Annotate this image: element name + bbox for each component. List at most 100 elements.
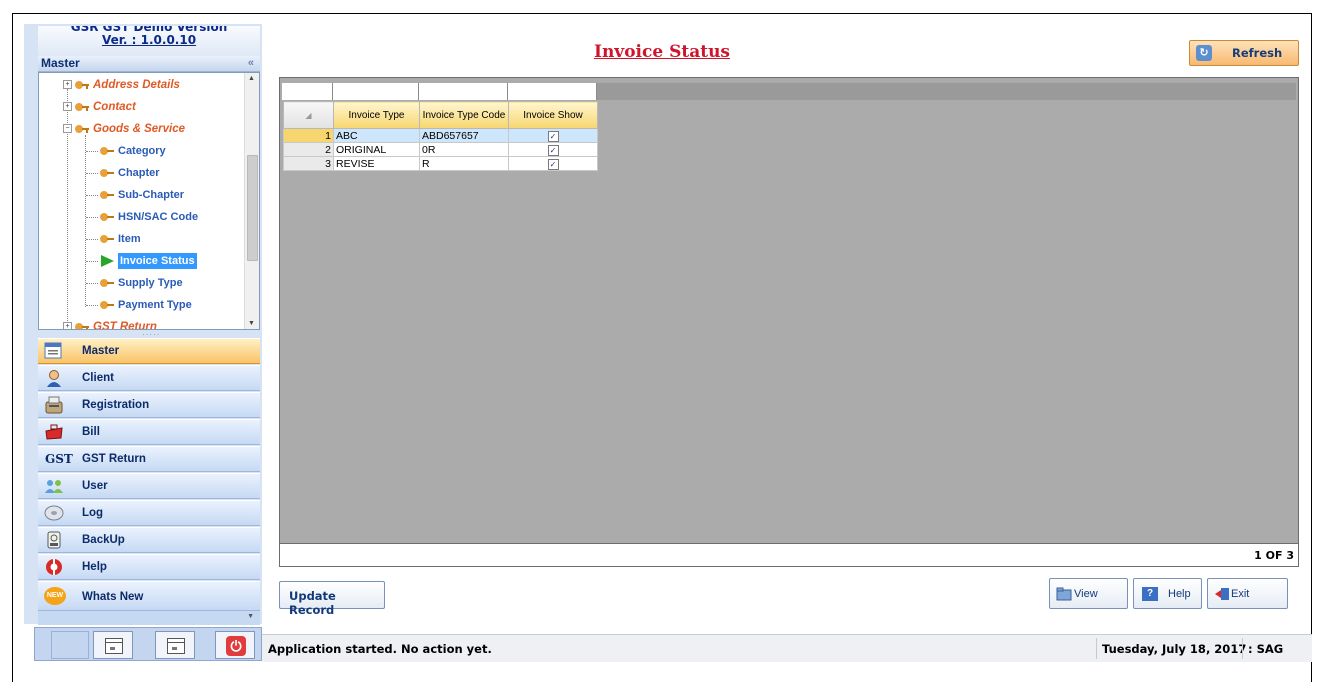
nav-button-label: Whats New — [82, 591, 144, 603]
help-button[interactable]: ? Help — [1133, 578, 1202, 609]
folder-key-icon — [75, 102, 89, 111]
tree-item-label: Contact — [93, 101, 136, 113]
tree-item-label: Supply Type — [118, 277, 183, 289]
nav-button-master[interactable]: Master — [38, 338, 260, 364]
nav-button-bill[interactable]: Bill — [38, 419, 260, 445]
tree-branch — [86, 195, 98, 196]
tree-scrollbar[interactable]: ▲ ▼ — [244, 73, 259, 329]
tree-item-contact[interactable]: + Contact — [63, 97, 136, 117]
row-header-corner[interactable]: ◢ — [283, 101, 334, 129]
nav-button-user[interactable]: User — [38, 473, 260, 499]
table-row[interactable]: 2 ORIGINAL 0R ✓ — [283, 142, 598, 157]
table-row[interactable]: 1 ABC ABD657657 ✓ — [283, 128, 598, 143]
invoice-show-checkbox[interactable]: ✓ — [547, 144, 559, 156]
collapse-minus-icon[interactable]: − — [63, 124, 72, 134]
page-title: Invoice Status — [594, 42, 730, 62]
nav-button-gst-return[interactable]: GST GST Return — [38, 446, 260, 472]
bill-bag-icon — [45, 424, 63, 440]
tree-item-sub-chapter[interactable]: Sub-Chapter — [99, 185, 184, 205]
window-icon — [105, 638, 123, 654]
expand-plus-icon[interactable]: + — [63, 80, 72, 90]
tree-item-chapter[interactable]: Chapter — [99, 163, 160, 183]
invoice-show-checkbox[interactable]: ✓ — [547, 158, 559, 170]
tree-item-item[interactable]: Item — [99, 229, 141, 249]
scroll-down-arrow-icon[interactable]: ▼ — [248, 320, 255, 327]
tree-item-address-details[interactable]: + Address Details — [63, 75, 180, 95]
master-tree[interactable]: + Address Details + Contact − Goods & Servi… — [38, 72, 260, 330]
cell-invoice-type[interactable]: ORIGINAL — [333, 142, 420, 157]
cell-invoice-type[interactable]: REVISE — [333, 156, 420, 171]
refresh-button[interactable]: ↻ Refresh — [1189, 40, 1299, 66]
column-header-invoice-show[interactable]: Invoice Show — [508, 101, 598, 129]
key-icon — [100, 146, 114, 155]
column-header-invoice-type[interactable]: Invoice Type — [333, 101, 420, 129]
update-record-button[interactable]: Update Record — [279, 581, 385, 617]
invoice-status-grid[interactable]: ◢ Invoice Type Invoice Type Code Invoice… — [279, 77, 1299, 567]
nav-overflow-bar[interactable]: ▼ — [38, 611, 260, 625]
view-button[interactable]: View — [1049, 578, 1128, 609]
tree-connector — [67, 125, 68, 321]
exit-door-icon — [1215, 588, 1229, 600]
tree-item-gst-return[interactable]: + GST Return — [63, 317, 157, 329]
exit-button[interactable]: Exit — [1207, 578, 1288, 609]
key-icon — [100, 300, 114, 309]
scrollbar-thumb[interactable] — [247, 155, 258, 261]
nav-button-registration[interactable]: Registration — [38, 392, 260, 418]
cell-invoice-type[interactable]: ABC — [333, 128, 420, 143]
key-icon — [100, 278, 114, 287]
refresh-icon: ↻ — [1196, 45, 1212, 61]
tree-item-supply-type[interactable]: Supply Type — [99, 273, 183, 293]
nav-button-client[interactable]: Client — [38, 365, 260, 391]
power-off-button[interactable]: ⏻ — [215, 631, 255, 659]
nav-button-backup[interactable]: BackUp — [38, 527, 260, 553]
key-icon — [100, 168, 114, 177]
status-user: : SAG — [1248, 642, 1284, 656]
table-row[interactable]: 3 REVISE R ✓ — [283, 156, 598, 171]
invoice-show-checkbox[interactable]: ✓ — [547, 130, 559, 142]
new-badge-icon: NEW — [44, 587, 66, 605]
cell-invoice-show[interactable]: ✓ — [508, 128, 598, 143]
expand-plus-icon[interactable]: + — [63, 102, 72, 112]
scroll-up-arrow-icon[interactable]: ▲ — [248, 75, 255, 82]
cell-invoice-show[interactable]: ✓ — [508, 142, 598, 157]
tree-branch — [86, 151, 98, 152]
folder-key-icon — [75, 80, 89, 89]
quick-empty-slot[interactable] — [51, 631, 89, 659]
tree-branch — [86, 173, 98, 174]
collapse-chevron-icon[interactable]: « — [248, 56, 254, 71]
tree-item-label: Address Details — [93, 79, 180, 91]
filter-cell-invoice-type[interactable] — [333, 83, 419, 100]
tree-item-goods-service[interactable]: − Goods & Service — [63, 119, 185, 139]
key-icon — [100, 190, 114, 199]
tree-item-label: Invoice Status — [118, 253, 197, 269]
exit-label: Exit — [1231, 588, 1250, 600]
filter-cell-invoice-type-code[interactable] — [419, 83, 508, 100]
tree-item-hsn-sac-code[interactable]: HSN/SAC Code — [99, 207, 198, 227]
filter-cell[interactable] — [282, 83, 333, 100]
tree-branch — [86, 261, 98, 262]
nav-button-label: Log — [82, 507, 104, 519]
tree-item-payment-type[interactable]: Payment Type — [99, 295, 192, 315]
nav-button-log[interactable]: Log — [38, 500, 260, 526]
expand-plus-icon[interactable]: + — [63, 322, 72, 329]
filter-cell-invoice-show[interactable] — [508, 83, 597, 100]
cell-invoice-show[interactable]: ✓ — [508, 156, 598, 171]
invoice-table[interactable]: ◢ Invoice Type Invoice Type Code Invoice… — [283, 101, 598, 171]
tree-item-label: Payment Type — [118, 299, 192, 311]
nav-button-label: Bill — [82, 426, 100, 438]
power-icon: ⏻ — [226, 636, 246, 656]
quick-window-button[interactable] — [93, 631, 133, 659]
quick-window-button[interactable] — [155, 631, 195, 659]
cell-invoice-type-code[interactable]: 0R — [419, 142, 509, 157]
cell-invoice-type-code[interactable]: R — [419, 156, 509, 171]
chevron-down-icon[interactable]: ▼ — [247, 613, 254, 620]
tree-item-label: Chapter — [118, 167, 160, 179]
registration-register-icon — [45, 396, 63, 414]
nav-button-help[interactable]: Help — [38, 554, 260, 580]
tree-item-invoice-status[interactable]: Invoice Status — [99, 251, 197, 271]
view-folder-icon — [1056, 587, 1072, 601]
nav-button-whats-new[interactable]: NEW Whats New — [38, 581, 260, 611]
cell-invoice-type-code[interactable]: ABD657657 — [419, 128, 509, 143]
column-header-invoice-type-code[interactable]: Invoice Type Code — [419, 101, 509, 129]
tree-item-category[interactable]: Category — [99, 141, 166, 161]
